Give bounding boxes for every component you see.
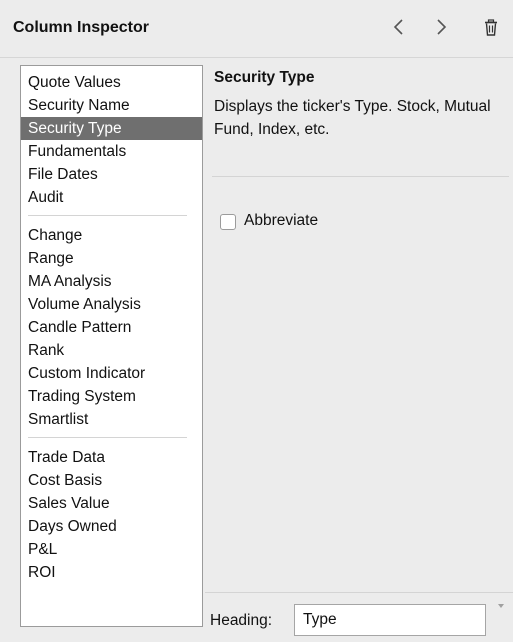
list-item[interactable]: File Dates	[21, 163, 202, 186]
list-item[interactable]: Quote Values	[21, 71, 202, 94]
list-item[interactable]: Rank	[21, 339, 202, 362]
back-button[interactable]	[384, 12, 412, 42]
heading-dropdown-arrow-icon[interactable]	[495, 600, 507, 612]
list-item[interactable]: Custom Indicator	[21, 362, 202, 385]
list-item[interactable]: Security Type	[21, 117, 202, 140]
list-item[interactable]: Trading System	[21, 385, 202, 408]
list-item[interactable]: Fundamentals	[21, 140, 202, 163]
detail-title: Security Type	[214, 69, 315, 86]
list-item[interactable]: Smartlist	[21, 408, 202, 431]
list-item[interactable]: Trade Data	[21, 446, 202, 469]
detail-description: Displays the ticker's Type. Stock, Mutua…	[214, 98, 491, 138]
delete-column-button[interactable]	[477, 12, 505, 42]
list-item[interactable]: Change	[21, 224, 202, 247]
chevron-right-icon	[437, 19, 447, 35]
list-group-divider	[28, 215, 187, 216]
abbreviate-checkbox[interactable]	[220, 214, 236, 230]
list-item[interactable]: Sales Value	[21, 492, 202, 515]
list-item[interactable]: MA Analysis	[21, 270, 202, 293]
list-item[interactable]: Days Owned	[21, 515, 202, 538]
list-item[interactable]: ROI	[21, 561, 202, 584]
abbreviate-label[interactable]: Abbreviate	[244, 212, 318, 230]
heading-field[interactable]	[294, 604, 486, 636]
detail-divider	[212, 176, 509, 177]
list-group-divider	[28, 437, 187, 438]
list-item[interactable]: P&L	[21, 538, 202, 561]
list-item[interactable]: Range	[21, 247, 202, 270]
list-item[interactable]: Candle Pattern	[21, 316, 202, 339]
panel-title: Column Inspector	[13, 19, 150, 36]
inspector-header: Column Inspector	[0, 0, 513, 58]
footer-divider	[205, 592, 513, 593]
chevron-left-icon	[393, 19, 403, 35]
list-item[interactable]: Audit	[21, 186, 202, 209]
list-item[interactable]: Cost Basis	[21, 469, 202, 492]
heading-label: Heading:	[210, 612, 273, 629]
header-divider	[0, 57, 513, 58]
list-item[interactable]: Volume Analysis	[21, 293, 202, 316]
forward-button[interactable]	[428, 12, 456, 42]
list-item[interactable]: Security Name	[21, 94, 202, 117]
column-category-list[interactable]: Quote Values Security Name Security Type Fu…	[20, 65, 203, 627]
trash-icon	[485, 18, 497, 36]
